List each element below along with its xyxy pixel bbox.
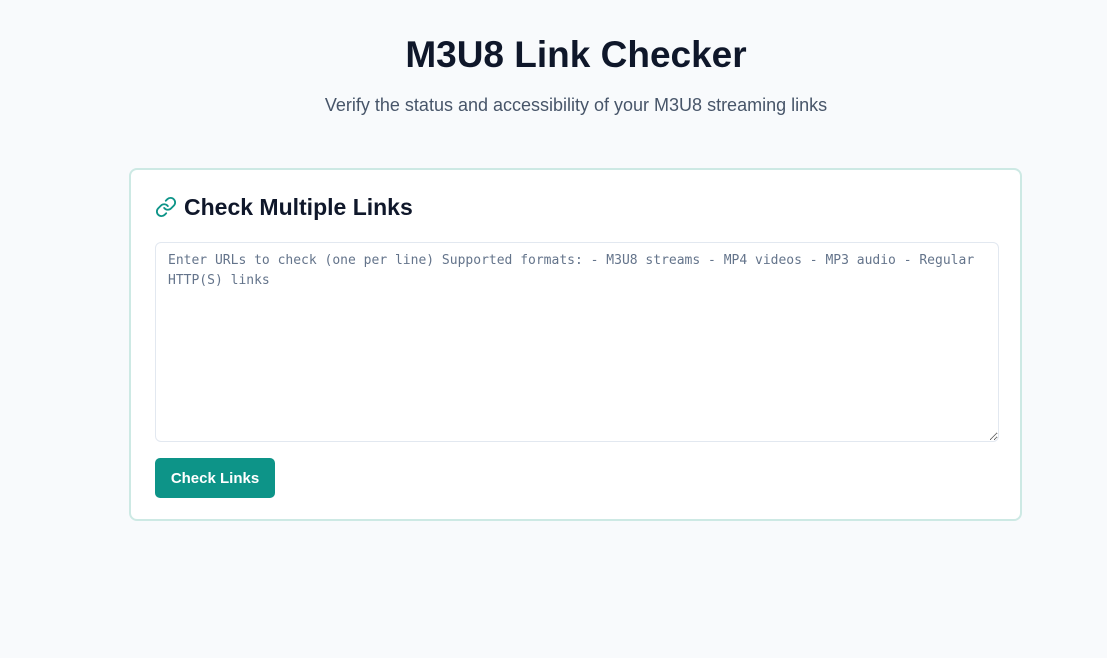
link-icon <box>155 196 177 218</box>
card-header: Check Multiple Links <box>155 192 413 222</box>
check-links-button[interactable]: Check Links <box>155 458 275 498</box>
page: M3U8 Link Checker Verify the status and … <box>0 0 1107 658</box>
urls-textarea[interactable] <box>155 242 999 442</box>
page-subtitle: Verify the status and accessibility of y… <box>324 95 828 115</box>
link-checker-card: Check Multiple Links Check Links <box>129 168 1022 521</box>
card-title: Check Multiple Links <box>184 194 413 220</box>
page-title: M3U8 Link Checker <box>405 34 747 75</box>
